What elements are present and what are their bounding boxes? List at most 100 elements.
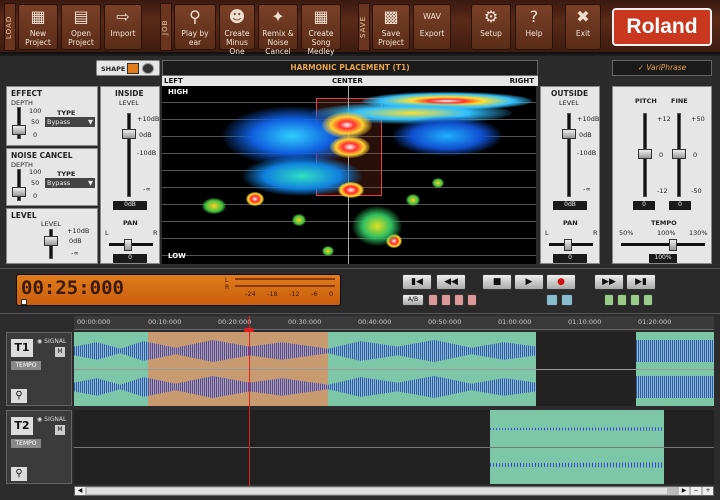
tempo-slider[interactable] [669, 239, 677, 251]
position-marker[interactable] [21, 299, 27, 305]
scroll-left-button[interactable]: ◀ [75, 487, 85, 495]
track-2-zoom-button[interactable]: ⚲ [11, 467, 27, 481]
zoom-in-button[interactable]: + [703, 487, 713, 495]
exit-button[interactable]: ✖ Exit [565, 4, 601, 50]
heat-blob [352, 206, 402, 246]
inside-title: INSIDE [115, 89, 144, 98]
inside-pan-slider[interactable] [124, 239, 132, 251]
fast-forward-icon: ▶▶ [602, 277, 616, 287]
noise-cancel-panel: NOISE CANCEL DEPTH 100 50 0 TYPE Bypass ▼ [6, 148, 98, 206]
marker-button-8[interactable] [643, 294, 653, 306]
help-button[interactable]: ? Help [515, 4, 553, 50]
outside-pan-l: L [545, 229, 549, 237]
track-2-signal[interactable]: ◉ SIGNAL [37, 416, 66, 423]
scroll-right-button[interactable]: ▶ [679, 487, 689, 495]
marker-button-7[interactable] [630, 294, 640, 306]
track-1-zoom-button[interactable]: ⚲ [11, 389, 27, 403]
track-1-tempo-button[interactable]: TEMPO [11, 361, 41, 370]
person-icon: ☻ [228, 7, 246, 26]
marker-button-3[interactable] [454, 294, 464, 306]
noise-type-select[interactable]: Bypass ▼ [45, 178, 95, 188]
noise-cancel-title: NOISE CANCEL [11, 151, 73, 160]
track-2-tempo-button[interactable]: TEMPO [11, 439, 41, 448]
new-project-button[interactable]: ▦ New Project [18, 4, 58, 50]
inside-pan-value: 0 [113, 254, 147, 263]
stop-icon: ■ [492, 277, 502, 287]
effect-depth-fader[interactable] [12, 125, 26, 135]
grid-icon: ▦ [313, 7, 329, 26]
ab-repeat-button[interactable]: A/B [402, 294, 424, 306]
marker-button-5[interactable] [604, 294, 614, 306]
fast-forward-button[interactable]: ▶▶ [594, 274, 624, 290]
ruler-tick: 00:40:000 [358, 318, 392, 326]
loop-button[interactable] [546, 294, 558, 306]
pitch-fader[interactable] [638, 149, 652, 159]
track-2-waveform[interactable] [74, 410, 714, 484]
pitch-label: PITCH [635, 97, 657, 105]
stop-button[interactable]: ■ [482, 274, 512, 290]
fine-fader[interactable] [672, 149, 686, 159]
ruler-tick: 01:20:000 [638, 318, 672, 326]
record-button[interactable]: ● [546, 274, 576, 290]
level-panel: LEVEL LEVEL +10dB 0dB -∞ [6, 208, 98, 264]
outside-level-fader[interactable] [562, 129, 576, 139]
playhead[interactable] [249, 316, 250, 486]
import-button[interactable]: ⇨ Import [104, 4, 142, 50]
meter-scale: -12 [289, 290, 300, 298]
level-fader[interactable] [44, 236, 58, 246]
zoom-out-button[interactable]: − [691, 487, 701, 495]
fine-scale-min: -50 [691, 187, 702, 195]
label-high: HIGH [168, 88, 189, 96]
outside-pan-slider[interactable] [564, 239, 572, 251]
effect-scale-min: 0 [33, 131, 38, 139]
import-icon: ⇨ [116, 7, 130, 26]
create-song-medley-button[interactable]: ▦ Create Song Medley [301, 4, 341, 56]
meter-scale: -24 [245, 290, 256, 298]
remix-noise-cancel-button[interactable]: ✦ Remix & Noise Cancel [258, 4, 298, 56]
effect-depth-label: DEPTH [11, 99, 33, 107]
export-button[interactable]: WAV Export [413, 4, 451, 50]
play-button[interactable]: ▶ [514, 274, 544, 290]
section-job-tag: JOB [160, 3, 172, 51]
shape-square-button[interactable] [127, 63, 139, 74]
arrow-left-icon: ◀ [77, 487, 83, 494]
shape-circle-button[interactable] [142, 63, 154, 74]
go-to-end-button[interactable]: ▶▮ [626, 274, 656, 290]
marker-button-2[interactable] [441, 294, 451, 306]
gear-icon: ⚙ [483, 7, 499, 26]
create-minus-one-button[interactable]: ☻ Create Minus One [219, 4, 255, 56]
noise-depth-fader[interactable] [12, 187, 26, 197]
harmonic-placement-display[interactable]: HIGH LOW [162, 86, 536, 264]
tempo-scale-max: 130% [689, 229, 708, 237]
inside-scale-max: +10dB [137, 115, 160, 123]
zoom-in-icon: + [705, 487, 711, 494]
go-to-start-button[interactable]: ▮◀ [402, 274, 432, 290]
track-1-channel-divider [74, 369, 714, 370]
marker-button-6[interactable] [617, 294, 627, 306]
level-scale-max: +10dB [67, 227, 90, 235]
inside-fader-track [127, 113, 131, 197]
track-1-waveform[interactable] [74, 332, 714, 406]
inside-level-fader[interactable] [122, 129, 136, 139]
play-by-ear-button[interactable]: ⚲ Play by ear [174, 4, 216, 50]
metronome-button[interactable] [561, 294, 573, 306]
marker-button-1[interactable] [428, 294, 438, 306]
open-project-button[interactable]: ▤ Open Project [61, 4, 101, 50]
track-1-signal[interactable]: ◉ SIGNAL [37, 338, 66, 345]
tempo-label: TEMPO [651, 219, 677, 227]
track-1-mute-button[interactable]: M [55, 347, 65, 357]
track-2-mute-button[interactable]: M [55, 425, 65, 435]
outside-scale-minus10: -10dB [577, 149, 597, 157]
heat-blob [392, 116, 502, 156]
rewind-button[interactable]: ◀◀ [436, 274, 466, 290]
new-project-icon: ▦ [30, 7, 46, 26]
horizontal-scrollbar[interactable]: ◀ ▶ − + [74, 486, 714, 496]
save-project-button[interactable]: ▩ Save Project [372, 4, 410, 50]
playhead-handle[interactable] [244, 328, 254, 332]
scrollbar-thumb[interactable] [87, 488, 667, 494]
marker-button-4[interactable] [467, 294, 477, 306]
arrow-right-icon: ▶ [681, 487, 687, 494]
effect-type-select[interactable]: Bypass ▼ [45, 117, 95, 127]
heat-blob [322, 246, 334, 256]
setup-button[interactable]: ⚙ Setup [471, 4, 511, 50]
